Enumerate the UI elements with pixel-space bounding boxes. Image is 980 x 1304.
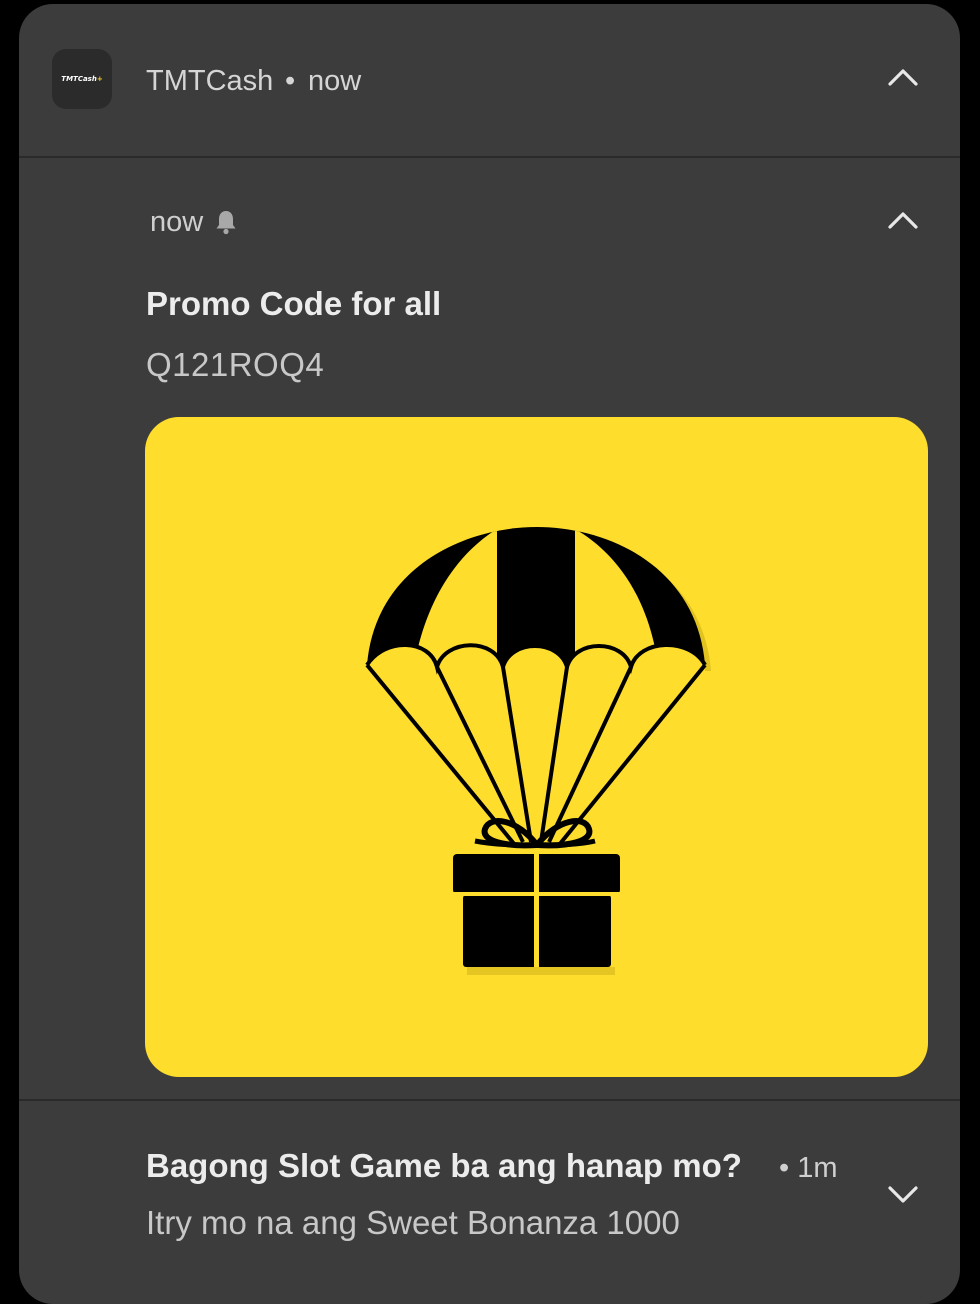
- notification-body: Q121ROQ4: [146, 346, 325, 383]
- chevron-up-icon: [888, 69, 918, 86]
- tmtcash-app-icon: TMTCash+: [52, 49, 112, 109]
- collapse-notification-button[interactable]: [878, 195, 928, 245]
- app-name: TMTCash: [146, 65, 274, 97]
- chevron-down-icon: [888, 1186, 918, 1203]
- app-icon-logo-text: TMTCash+: [61, 75, 103, 83]
- notification-divider: [19, 1099, 960, 1101]
- expand-notification-button[interactable]: [878, 1170, 928, 1220]
- group-divider: [19, 156, 960, 158]
- bell-icon: [216, 211, 236, 235]
- parachute-gift-icon: [365, 527, 711, 975]
- chevron-up-icon: [888, 212, 918, 229]
- header-separator-dot: •: [285, 65, 296, 97]
- promo-image[interactable]: [145, 417, 928, 1077]
- notification-group-card[interactable]: TMTCash+ TMTCash • now now Promo Code fo…: [19, 4, 960, 1304]
- notification-group-header[interactable]: TMTCash+ TMTCash • now: [19, 4, 960, 156]
- notification-timestamp: • 1m: [779, 1152, 838, 1184]
- notification-body: Itry mo na ang Sweet Bonanza 1000: [146, 1204, 680, 1241]
- notification-title: Promo Code for all: [146, 285, 442, 322]
- notification-timestamp: now: [150, 206, 204, 238]
- header-timestamp: now: [308, 65, 362, 97]
- collapse-group-button[interactable]: [878, 52, 928, 102]
- notification-title: Bagong Slot Game ba ang hanap mo?: [146, 1147, 742, 1184]
